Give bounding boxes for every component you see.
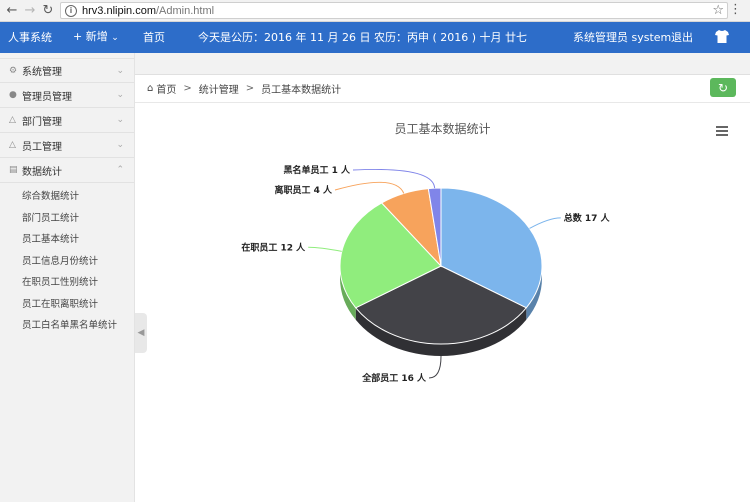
reload-icon[interactable]: ↻	[39, 2, 57, 20]
pie-connector	[308, 246, 342, 252]
employee-icon: △	[9, 140, 16, 150]
sidebar-item-departments[interactable]: △ 部门管理 ⌄	[0, 108, 134, 133]
pie-label: 总数 17 人	[564, 212, 611, 224]
logout-link[interactable]: 退出	[671, 22, 693, 53]
sidebar-item-statistics[interactable]: ▤ 数据统计 ⌃	[0, 158, 134, 183]
new-dropdown-button[interactable]: + 新增 ⌄	[73, 21, 119, 54]
pie-connector	[529, 217, 561, 229]
gear-icon: ⚙	[9, 65, 18, 76]
pie-connector	[428, 355, 442, 379]
url-path: /Admin.html	[155, 4, 215, 17]
sidebar: ⚙ 系统管理 ⌄ ● 管理员管理 ⌄ △ 部门管理 ⌄ △ 员工管理 ⌄ ▤ 数…	[0, 53, 135, 502]
pie-label: 离职员工 4 人	[274, 184, 333, 196]
pie-connector	[334, 181, 405, 194]
sidebar-item-admins[interactable]: ● 管理员管理 ⌄	[0, 83, 134, 108]
app-header: 人事系统 + 新增 ⌄ 首页 今天是公历：2016 年 11 月 26 日 农历…	[0, 22, 750, 53]
tshirt-icon[interactable]	[715, 30, 729, 46]
pie-label: 全部员工 16 人	[361, 372, 427, 384]
address-bar[interactable]: i hrv3.nlipin.com/Admin.html	[60, 2, 728, 19]
submenu-item[interactable]: 员工信息月份统计	[0, 251, 134, 273]
sidebar-item-label: 部门管理	[22, 116, 62, 128]
info-icon[interactable]: i	[65, 4, 77, 17]
submenu-item[interactable]: 员工在职离职统计	[0, 294, 134, 316]
app-brand[interactable]: 人事系统	[8, 22, 52, 53]
sidebar-item-system[interactable]: ⚙ 系统管理 ⌄	[0, 58, 134, 83]
url-host: hrv3.nlipin.com	[82, 4, 156, 17]
pie-label: 黑名单员工 1 人	[283, 164, 351, 176]
browser-toolbar: ← → ↻ i hrv3.nlipin.com/Admin.html ☆ ⋮	[0, 0, 750, 22]
main-content: ⌂ 首页 > 统计管理 > 员工基本数据统计 ↻ 员工基本数据统计 总数 17 …	[135, 53, 750, 502]
sidebar-item-label: 员工管理	[22, 141, 62, 153]
org-icon: △	[9, 115, 16, 125]
sidebar-item-label: 系统管理	[22, 67, 62, 78]
sidebar-item-label: 管理员管理	[22, 91, 72, 103]
chevron-down-icon: ⌄	[116, 140, 124, 150]
sidebar-item-label: 数据统计	[22, 166, 62, 178]
submenu-item[interactable]: 员工基本统计	[0, 229, 134, 251]
chevron-down-icon: ⌄	[116, 90, 124, 100]
chevron-up-icon: ⌃	[116, 165, 124, 175]
chevron-down-icon: ⌄	[111, 33, 119, 43]
submenu-item[interactable]: 综合数据统计	[0, 186, 134, 208]
statistics-submenu: 综合数据统计 部门员工统计 员工基本统计 员工信息月份统计 在职员工性别统计 员…	[0, 183, 134, 337]
pie-chart: 总数 17 人全部员工 16 人 在职员工 12 人 离职员工 4 人 黑名单员工 1…	[241, 164, 611, 384]
date-display: 今天是公历：2016 年 11 月 26 日 农历：丙申 ( 2016 ) 十月…	[198, 31, 528, 44]
home-link[interactable]: 首页	[143, 22, 165, 53]
forward-arrow-icon[interactable]: →	[21, 2, 39, 20]
chart-icon: ▤	[9, 165, 18, 175]
browser-menu-icon[interactable]: ⋮	[729, 3, 742, 17]
pie-connector	[352, 168, 436, 189]
current-user: 系统管理员 system	[573, 31, 672, 44]
chevron-down-icon: ⌄	[116, 65, 124, 76]
user-icon: ●	[9, 90, 17, 100]
submenu-item[interactable]: 员工白名单黑名单统计	[0, 315, 134, 337]
submenu-item[interactable]: 在职员工性别统计	[0, 272, 134, 294]
sidebar-item-employees[interactable]: △ 员工管理 ⌄	[0, 133, 134, 158]
pie-label: 在职员工 12 人	[241, 241, 306, 253]
chevron-down-icon: ⌄	[116, 115, 124, 125]
bookmark-star-icon[interactable]: ☆	[712, 3, 724, 18]
new-label: + 新增	[73, 30, 108, 43]
submenu-item[interactable]: 部门员工统计	[0, 208, 134, 230]
back-arrow-icon[interactable]: ←	[3, 2, 21, 20]
